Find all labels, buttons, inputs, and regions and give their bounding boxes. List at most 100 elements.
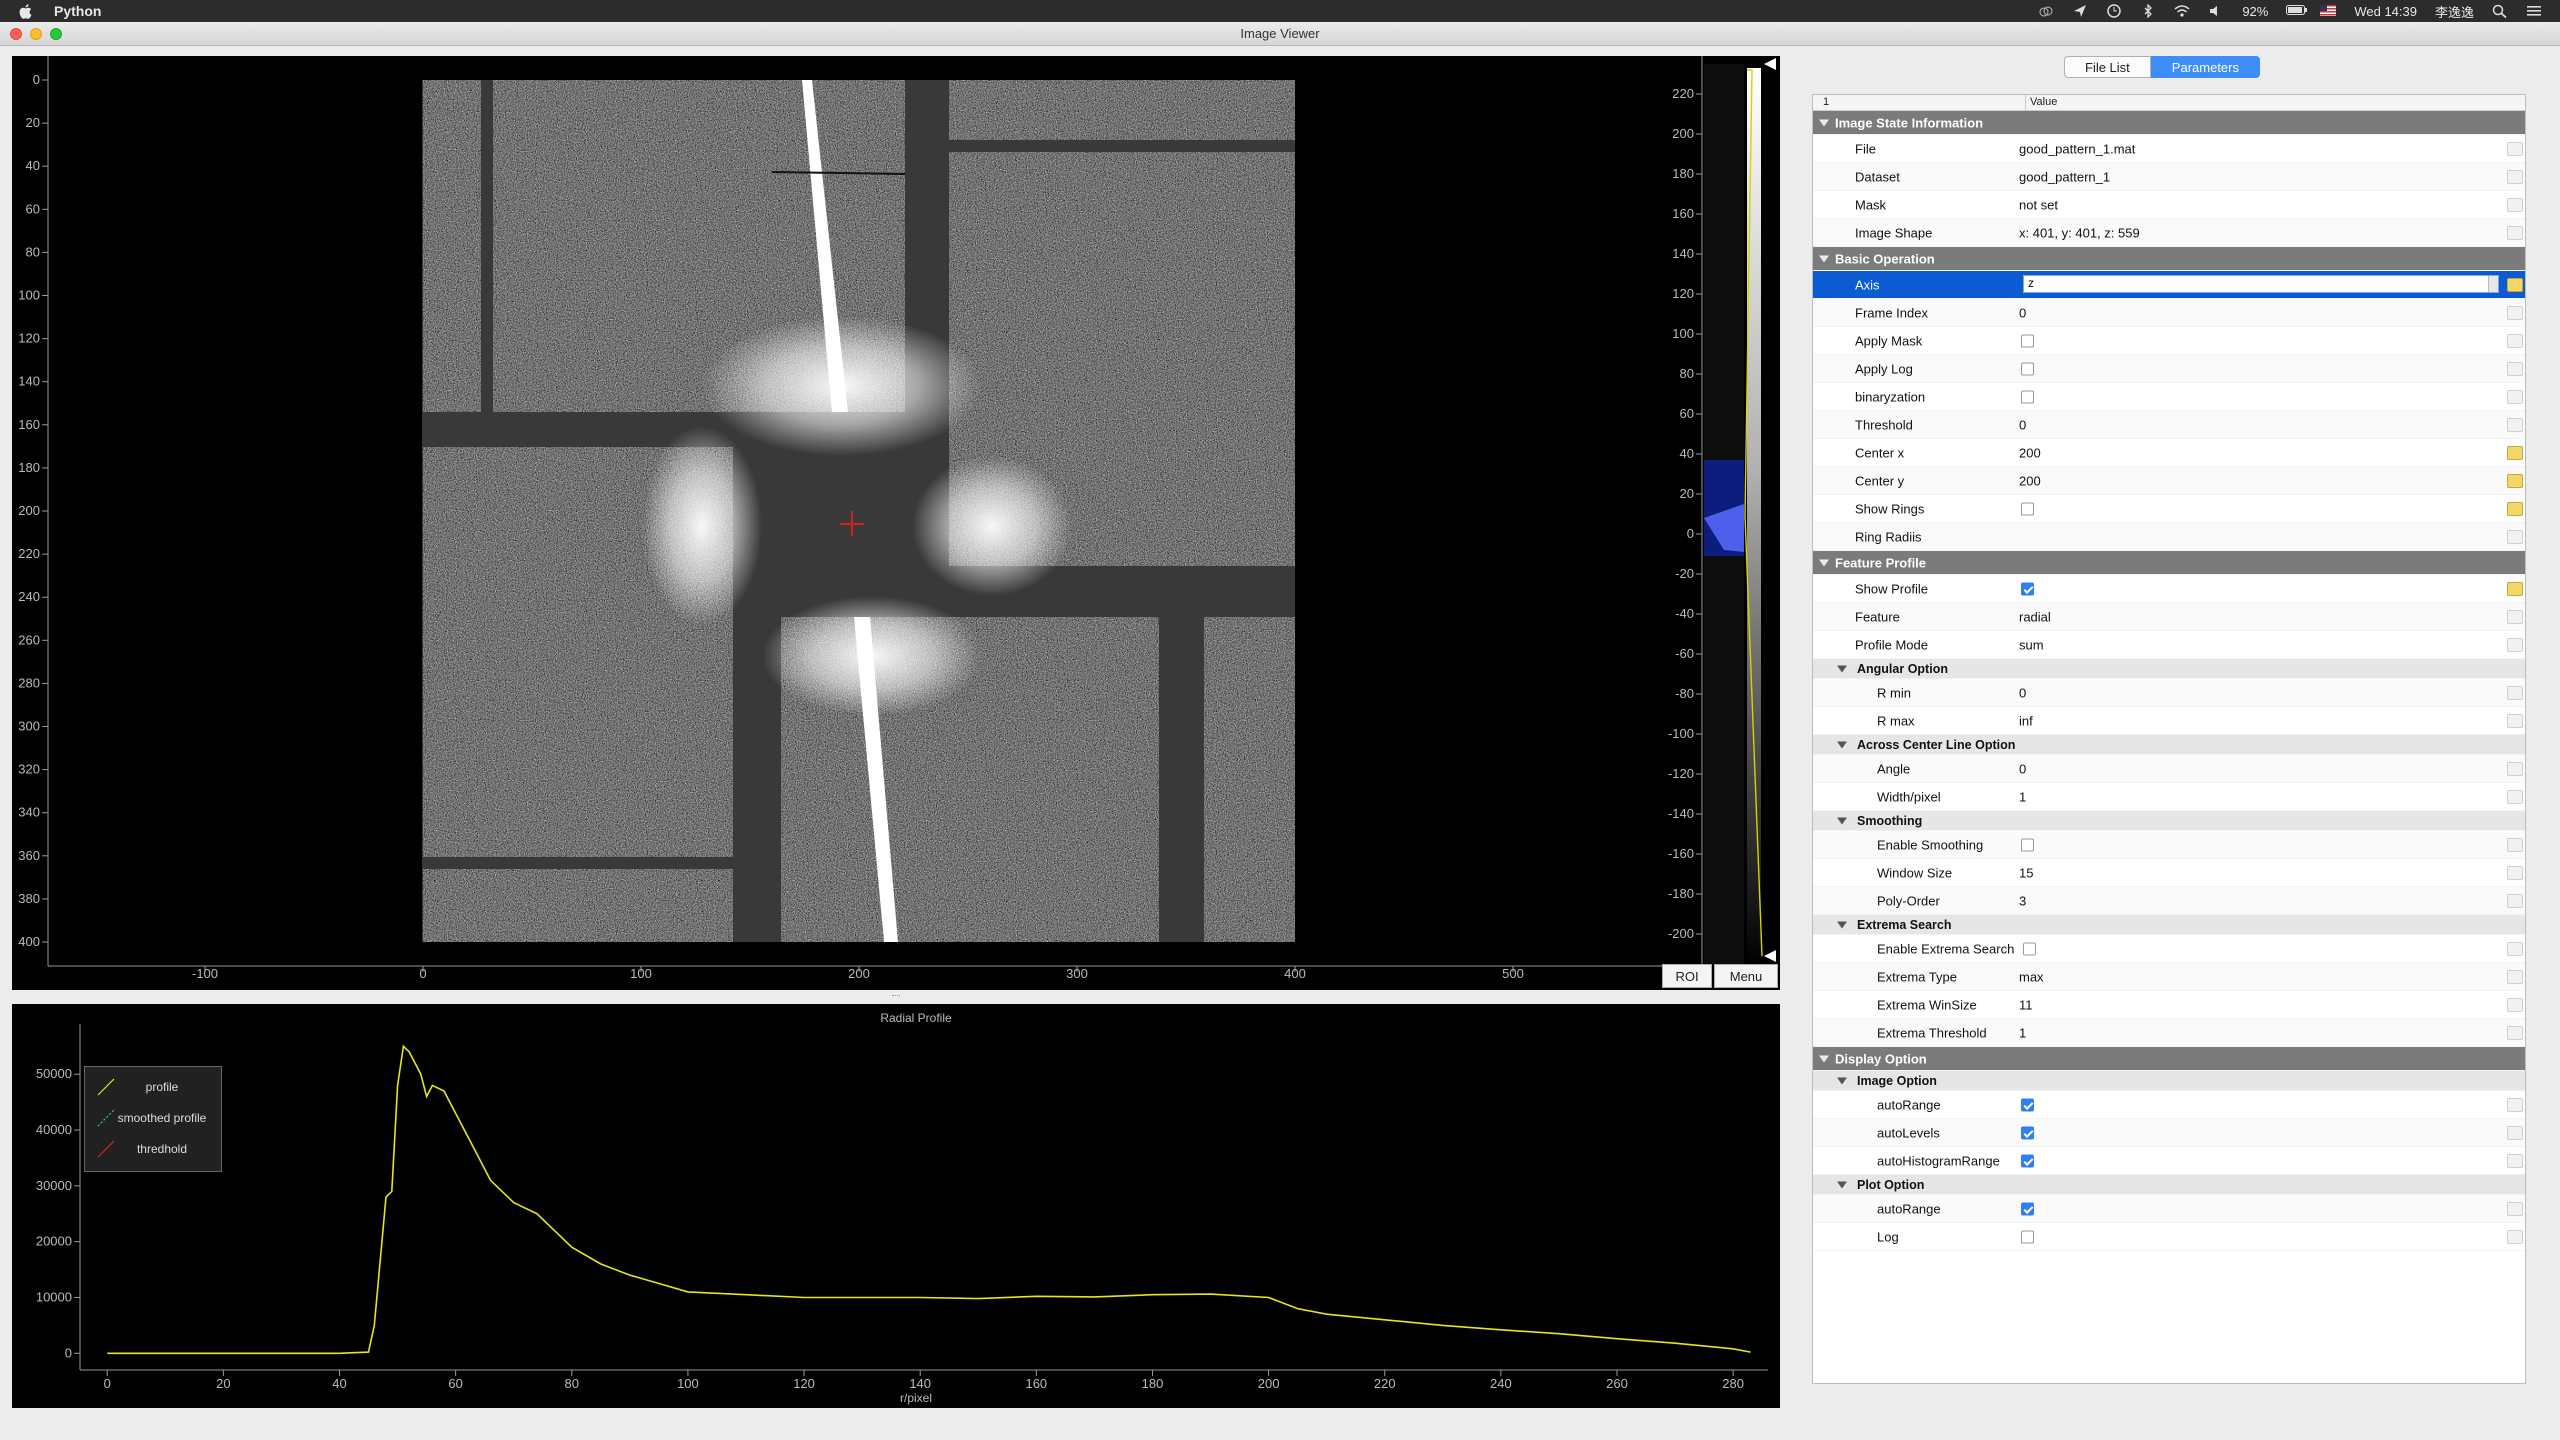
param-ring-radiis[interactable]: Ring Radiis (1813, 523, 2525, 551)
us-flag-icon[interactable] (2320, 4, 2337, 18)
reset-default-icon[interactable] (2507, 685, 2523, 700)
param-profile-mode[interactable]: Profile Mode sum (1813, 631, 2525, 659)
param-value[interactable]: 1 (2019, 1025, 2026, 1040)
param-value[interactable]: 200 (2019, 445, 2041, 460)
checkbox[interactable] (2021, 1154, 2034, 1167)
param-apply-mask[interactable]: Apply Mask (1813, 327, 2525, 355)
param-r-max[interactable]: R max inf (1813, 707, 2525, 735)
minimize-window-button[interactable] (30, 27, 42, 40)
checkbox[interactable] (2021, 1202, 2034, 1215)
param-r-min[interactable]: R min 0 (1813, 679, 2525, 707)
close-window-button[interactable] (10, 27, 22, 40)
time-machine-icon[interactable] (2106, 4, 2122, 18)
param-value[interactable]: 0 (2019, 305, 2026, 320)
param-center-x[interactable]: Center x 200 (1813, 439, 2525, 467)
expand-arrow-icon[interactable] (1837, 921, 1847, 928)
param-value[interactable]: radial (2019, 609, 2051, 624)
reset-default-icon[interactable] (2507, 941, 2523, 956)
reset-default-icon[interactable] (2507, 581, 2523, 596)
param-apply-log[interactable]: Apply Log (1813, 355, 2525, 383)
spotlight-search-icon[interactable] (2492, 4, 2508, 19)
menu-button[interactable]: Menu (1714, 964, 1778, 988)
cloud-icon[interactable] (2038, 4, 2054, 18)
notification-center-icon[interactable] (2526, 4, 2542, 18)
image-view[interactable]: 0 20 40 60 80 100 120 140 160 180 200 220 240 260 280 3… (12, 56, 1780, 990)
subgroup-extrema-search[interactable]: Extrema Search (1813, 915, 2525, 935)
reset-default-icon[interactable] (2507, 997, 2523, 1012)
reset-default-icon[interactable] (2507, 865, 2523, 880)
group-basic-operation[interactable]: Basic Operation (1813, 247, 2525, 271)
parameter-tree[interactable]: 1 Value Image State Information File good_… (1812, 94, 2526, 1384)
horizontal-splitter[interactable] (12, 990, 1780, 1004)
param-enable-smoothing[interactable]: Enable Smoothing (1813, 831, 2525, 859)
expand-arrow-icon[interactable] (1837, 665, 1847, 672)
reset-default-icon[interactable] (2507, 197, 2523, 212)
param-value[interactable]: 200 (2019, 473, 2041, 488)
param-value[interactable]: 3 (2019, 893, 2026, 908)
param-value[interactable]: x: 401, y: 401, z: 559 (2019, 225, 2140, 240)
reset-default-icon[interactable] (2507, 1201, 2523, 1216)
radial-profile-plot[interactable]: Radial Profile 0 10000 20000 30000 40000 5000… (12, 1004, 1780, 1408)
checkbox[interactable] (2021, 1230, 2034, 1243)
param-frame-index[interactable]: Frame Index 0 (1813, 299, 2525, 327)
checkbox[interactable] (2021, 838, 2034, 851)
param-value[interactable]: 1 (2019, 789, 2026, 804)
param-window-size[interactable]: Window Size 15 (1813, 859, 2525, 887)
reset-default-icon[interactable] (2507, 609, 2523, 624)
group-image-state-information[interactable]: Image State Information (1813, 111, 2525, 135)
checkbox[interactable] (2021, 582, 2034, 595)
reset-default-icon[interactable] (2507, 445, 2523, 460)
expand-arrow-icon[interactable] (1837, 1077, 1847, 1084)
param-angle[interactable]: Angle 0 (1813, 755, 2525, 783)
expand-arrow-icon[interactable] (1819, 119, 1829, 126)
param-enable-extrema-search[interactable]: Enable Extrema Search (1813, 935, 2525, 963)
image-view-canvas[interactable]: 0204060801001201401601802002202402602803… (12, 56, 1780, 990)
checkbox[interactable] (2021, 502, 2034, 515)
reset-default-icon[interactable] (2507, 473, 2523, 488)
group-display-option[interactable]: Display Option (1813, 1047, 2525, 1071)
param-log[interactable]: Log (1813, 1223, 2525, 1251)
param-poly-order[interactable]: Poly-Order 3 (1813, 887, 2525, 915)
expand-arrow-icon[interactable] (1819, 1055, 1829, 1062)
reset-default-icon[interactable] (2507, 389, 2523, 404)
param-binaryzation[interactable]: binaryzation (1813, 383, 2525, 411)
expand-arrow-icon[interactable] (1837, 817, 1847, 824)
param-autolevels[interactable]: autoLevels (1813, 1119, 2525, 1147)
roi-button[interactable]: ROI (1662, 964, 1712, 988)
zoom-window-button[interactable] (50, 27, 62, 40)
param-value[interactable]: good_pattern_1.mat (2019, 141, 2135, 156)
reset-default-icon[interactable] (2507, 1153, 2523, 1168)
subgroup-image-option[interactable]: Image Option (1813, 1071, 2525, 1091)
param-value[interactable]: max (2019, 969, 2044, 984)
tab-parameters[interactable]: Parameters (2150, 56, 2260, 78)
subgroup-angular-option[interactable]: Angular Option (1813, 659, 2525, 679)
param-value[interactable]: inf (2019, 713, 2033, 728)
param-dataset[interactable]: Dataset good_pattern_1 (1813, 163, 2525, 191)
gradient-bar[interactable] (1747, 68, 1761, 966)
param-feature[interactable]: Feature radial (1813, 603, 2525, 631)
checkbox[interactable] (2021, 1098, 2034, 1111)
reset-default-icon[interactable] (2507, 789, 2523, 804)
reset-default-icon[interactable] (2507, 1125, 2523, 1140)
reset-default-icon[interactable] (2507, 305, 2523, 320)
param-value[interactable]: not set (2019, 197, 2058, 212)
histogram-lut[interactable]: 220200180160140120100806040200-20-40-60-… (1668, 56, 1776, 966)
tab-file-list[interactable]: File List (2064, 56, 2151, 78)
reset-default-icon[interactable] (2507, 637, 2523, 652)
reset-default-icon[interactable] (2507, 277, 2523, 292)
param-value[interactable]: 0 (2019, 685, 2026, 700)
param-show-rings[interactable]: Show Rings (1813, 495, 2525, 523)
param-show-profile[interactable]: Show Profile (1813, 575, 2525, 603)
param-value[interactable]: 0 (2019, 761, 2026, 776)
param-autohistogramrange[interactable]: autoHistogramRange (1813, 1147, 2525, 1175)
battery-icon[interactable] (2286, 4, 2308, 18)
reset-default-icon[interactable] (2507, 417, 2523, 432)
reset-default-icon[interactable] (2507, 1025, 2523, 1040)
volume-icon[interactable] (2208, 4, 2224, 18)
bluetooth-icon[interactable] (2140, 3, 2156, 19)
param-value[interactable]: good_pattern_1 (2019, 169, 2110, 184)
param-value[interactable]: 15 (2019, 865, 2033, 880)
param-extrema-threshold[interactable]: Extrema Threshold 1 (1813, 1019, 2525, 1047)
param-extrema-winsize[interactable]: Extrema WinSize 11 (1813, 991, 2525, 1019)
param-value[interactable]: sum (2019, 637, 2044, 652)
